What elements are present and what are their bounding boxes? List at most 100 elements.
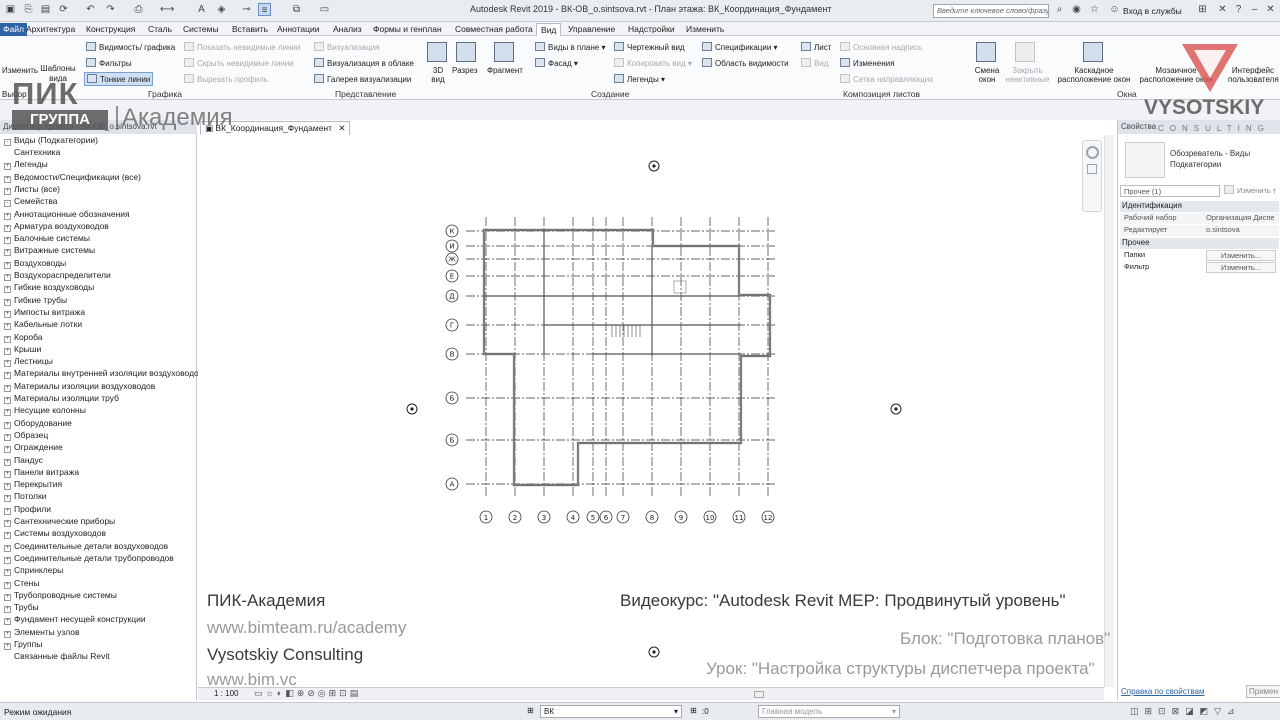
place-view-button[interactable]: Вид bbox=[801, 58, 828, 68]
tab-architecture[interactable]: Архитектура bbox=[26, 23, 75, 36]
group-other[interactable]: Прочее bbox=[1120, 238, 1279, 249]
tree-item[interactable]: + Материалы внутренней изоляции воздухово… bbox=[4, 368, 199, 380]
thin-lines-icon[interactable]: ≡ bbox=[258, 3, 271, 16]
cut-profile-button[interactable]: Вырезать профиль bbox=[184, 74, 268, 84]
steering-wheel-icon[interactable] bbox=[1086, 146, 1099, 159]
tree-item[interactable]: + Воздуховоды bbox=[4, 258, 66, 269]
close-hidden-icon[interactable]: ⧉ bbox=[290, 3, 303, 16]
filter-edit-button[interactable]: Изменить... bbox=[1206, 262, 1277, 273]
tree-item[interactable]: + Несущие колонны bbox=[4, 405, 86, 417]
duplicate-view-button[interactable]: Копировать вид ▾ bbox=[614, 58, 692, 68]
expand-icon[interactable]: + bbox=[4, 261, 11, 269]
section-button[interactable]: Разрез bbox=[452, 66, 478, 75]
plan-views-button[interactable]: Виды в плане ▾ bbox=[535, 42, 605, 52]
expand-icon[interactable]: + bbox=[4, 397, 11, 404]
switch-windows-button[interactable]: Смена окон bbox=[972, 66, 1002, 84]
expand-icon[interactable]: + bbox=[4, 323, 11, 331]
tree-item[interactable]: + Ведомости/Спецификации (все) bbox=[4, 172, 141, 183]
sheet-button[interactable]: Лист bbox=[801, 42, 831, 52]
sync-icon[interactable]: ⟳ bbox=[57, 3, 70, 16]
render-button[interactable]: Визуализация bbox=[314, 42, 379, 52]
expand-icon[interactable]: + bbox=[4, 618, 11, 626]
design-option-selector[interactable]: Главная модель ▾ bbox=[758, 705, 900, 718]
tree-item[interactable]: + Лестницы bbox=[4, 356, 53, 368]
legends-button[interactable]: Легенды ▾ bbox=[614, 74, 665, 84]
close-view-icon[interactable]: ✕ bbox=[338, 123, 345, 133]
expand-icon[interactable]: + bbox=[4, 249, 11, 257]
expand-icon[interactable]: + bbox=[4, 335, 11, 343]
tab-manage[interactable]: Управление bbox=[568, 23, 615, 36]
expand-icon[interactable]: + bbox=[4, 372, 11, 380]
expand-icon[interactable]: + bbox=[4, 175, 11, 183]
expand-icon[interactable]: + bbox=[4, 569, 11, 577]
user-icon[interactable]: ☺ bbox=[1108, 3, 1121, 16]
collapse-icon[interactable]: - bbox=[4, 200, 11, 208]
expand-icon[interactable]: + bbox=[4, 187, 11, 195]
tree-item[interactable]: + Гибкие трубы bbox=[4, 295, 67, 306]
tree-item[interactable]: Связанные файлы Revit bbox=[4, 651, 110, 661]
expand-icon[interactable]: + bbox=[4, 495, 11, 503]
help-icon[interactable]: ? bbox=[1232, 3, 1245, 16]
tab-structure[interactable]: Конструкция bbox=[86, 23, 135, 36]
selection-filter-icons[interactable]: ◫⊞⊡⊠◪◩▽⊿ bbox=[1130, 706, 1241, 717]
folders-edit-button[interactable]: Изменить... bbox=[1206, 250, 1277, 261]
tree-item[interactable]: + Трубопроводные системы bbox=[4, 590, 117, 601]
tree-item[interactable]: + Стены bbox=[4, 578, 39, 589]
view-control-icons[interactable]: ▭☼◐◧⊕⊘◎⊞⊡▤ bbox=[254, 688, 361, 699]
expand-icon[interactable]: + bbox=[4, 237, 11, 245]
tree-item[interactable]: + Материалы изоляции труб bbox=[4, 393, 119, 404]
tree-item[interactable]: Сантехника bbox=[4, 147, 60, 157]
tree-item[interactable]: + Кабельные лотки bbox=[4, 319, 82, 331]
exchange-icon[interactable]: ✕ bbox=[1216, 3, 1229, 16]
tree-item[interactable]: + Крыши bbox=[4, 344, 41, 355]
tree-item[interactable]: + Импосты витража bbox=[4, 307, 85, 318]
tree-item[interactable]: + Аннотационные обозначения bbox=[4, 209, 130, 220]
scope-box-button[interactable]: Область видимости bbox=[702, 58, 789, 68]
tree-item[interactable]: + Соединительные детали трубопроводов bbox=[4, 553, 174, 564]
tab-addins[interactable]: Надстройки bbox=[628, 23, 675, 36]
hide-hidden-lines-button[interactable]: Скрыть невидимые линии bbox=[184, 58, 294, 68]
apply-button[interactable]: Примен bbox=[1246, 685, 1280, 698]
expand-icon[interactable]: + bbox=[4, 274, 11, 281]
print-icon[interactable]: ⎙ bbox=[132, 3, 145, 16]
login-link[interactable]: Вход в службы bbox=[1123, 6, 1182, 16]
instance-selector[interactable]: Прочее (1) bbox=[1120, 185, 1220, 197]
tree-item[interactable]: + Потолки bbox=[4, 491, 46, 503]
close-icon[interactable]: ✕ bbox=[1264, 3, 1277, 16]
tree-item[interactable]: + Системы воздуховодов bbox=[4, 528, 106, 540]
vertical-scrollbar[interactable] bbox=[1104, 135, 1114, 687]
text-icon[interactable]: A bbox=[195, 3, 208, 16]
expand-icon[interactable]: + bbox=[4, 421, 11, 429]
tab-file[interactable]: Файл bbox=[0, 23, 27, 36]
expand-icon[interactable]: + bbox=[4, 384, 11, 392]
tree-item[interactable]: + Фундамент несущей конструкции bbox=[4, 614, 146, 626]
app-menu-icon[interactable]: ▣ bbox=[4, 3, 17, 16]
group-identity[interactable]: Идентификация bbox=[1120, 201, 1279, 212]
tab-modify[interactable]: Изменить bbox=[686, 23, 724, 36]
tree-item[interactable]: + Соединительные детали воздуховодов bbox=[4, 541, 168, 552]
scale-selector[interactable]: 1 : 100 bbox=[214, 689, 238, 698]
guide-grid-button[interactable]: Сетка направляющих bbox=[840, 74, 933, 84]
tab-insert[interactable]: Вставить bbox=[232, 23, 268, 36]
expand-icon[interactable]: + bbox=[4, 544, 11, 552]
callout-button[interactable]: Фрагмент bbox=[487, 66, 523, 75]
expand-icon[interactable]: + bbox=[4, 286, 11, 294]
drafting-view-button[interactable]: Чертежный вид bbox=[614, 42, 685, 52]
expand-icon[interactable]: + bbox=[4, 593, 11, 601]
tab-annotate[interactable]: Аннотации bbox=[277, 23, 320, 36]
tree-item[interactable]: + Короба bbox=[4, 332, 43, 343]
properties-help-link[interactable]: Справка по свойствам bbox=[1121, 687, 1204, 696]
expand-icon[interactable]: + bbox=[4, 347, 11, 355]
tree-root[interactable]: - Виды (Подкатегории) bbox=[4, 135, 98, 146]
expand-icon[interactable]: + bbox=[4, 606, 11, 614]
undo-icon[interactable]: ↶ bbox=[84, 3, 97, 16]
expand-icon[interactable]: + bbox=[4, 446, 11, 454]
title-block-button[interactable]: Основная надпись bbox=[840, 42, 922, 52]
tree-item[interactable]: - Семейства bbox=[4, 196, 57, 208]
expand-icon[interactable]: + bbox=[4, 630, 11, 638]
section-icon[interactable]: ⊸ bbox=[240, 3, 253, 16]
expand-icon[interactable]: + bbox=[4, 224, 11, 232]
cart-icon[interactable]: ⊞ bbox=[1196, 3, 1209, 16]
star-icon[interactable]: ☆ bbox=[1088, 3, 1101, 16]
zoom-icon[interactable] bbox=[1087, 164, 1097, 174]
